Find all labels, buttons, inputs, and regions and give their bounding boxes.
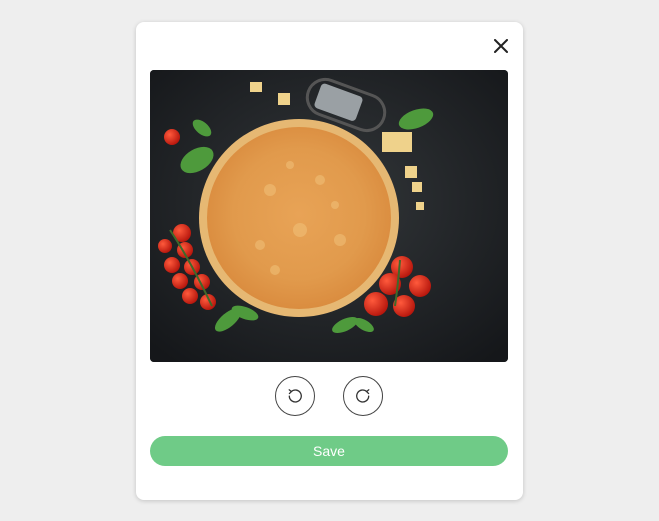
pizza-photo: [150, 70, 508, 362]
save-button[interactable]: Save: [150, 436, 508, 466]
rotate-counterclockwise-icon: [288, 389, 302, 403]
rotate-right-button[interactable]: [343, 376, 383, 416]
image-editor-modal: Save: [136, 22, 523, 500]
rotate-clockwise-icon: [356, 389, 370, 403]
close-button[interactable]: [491, 36, 511, 56]
close-icon: [494, 39, 508, 53]
rotate-left-button[interactable]: [275, 376, 315, 416]
